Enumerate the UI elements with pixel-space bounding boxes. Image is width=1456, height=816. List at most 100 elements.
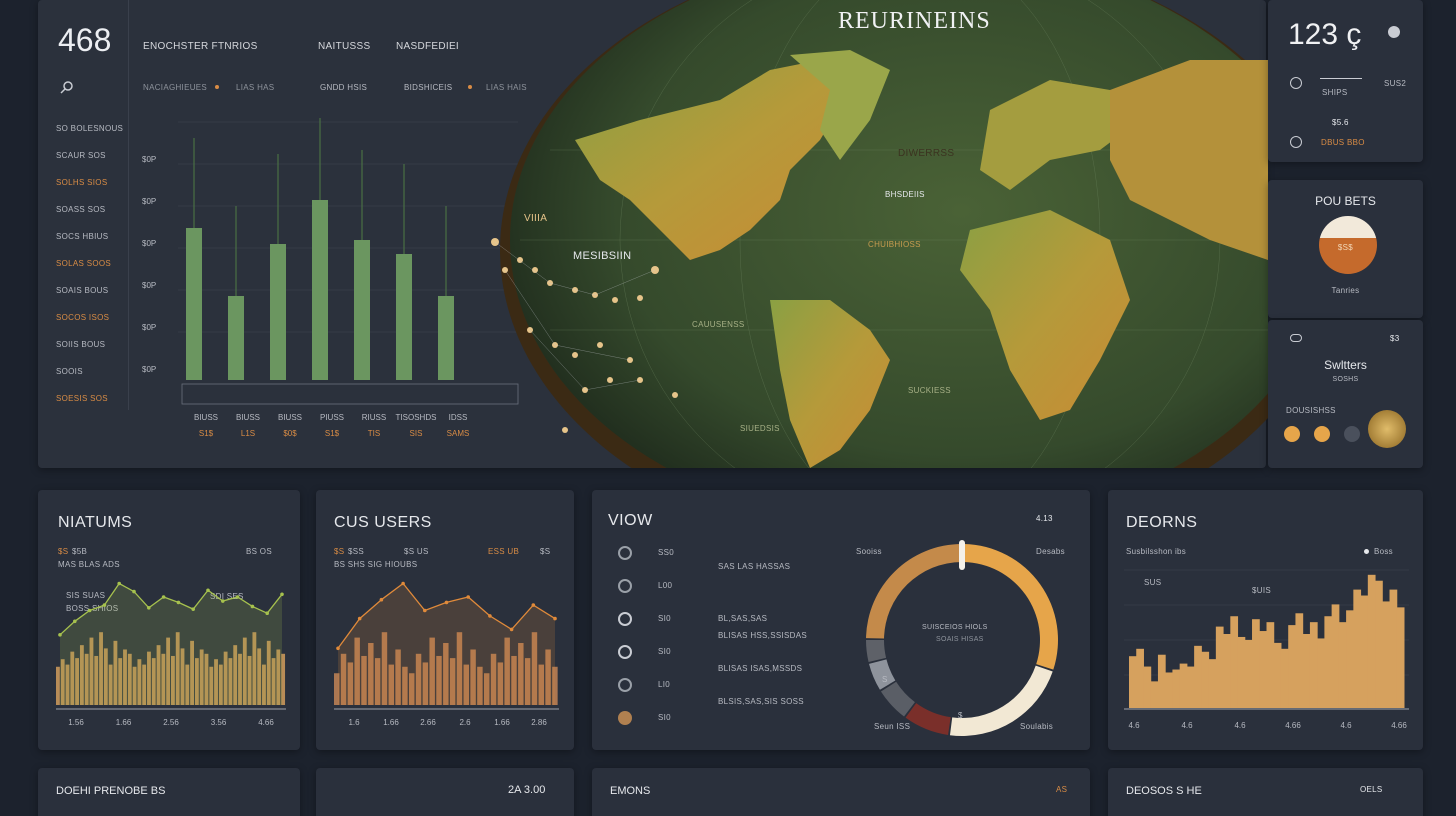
card-title: Swltters bbox=[1324, 358, 1367, 372]
chart-label: $5B bbox=[72, 547, 88, 556]
toggle-icon[interactable] bbox=[1388, 26, 1400, 38]
bar bbox=[312, 200, 328, 380]
row-number: SI0 bbox=[658, 614, 671, 623]
data-point bbox=[444, 600, 449, 605]
x-axis-box bbox=[181, 383, 519, 405]
status-icon bbox=[618, 612, 632, 626]
list-item[interactable]: SOAIS BOUS bbox=[56, 286, 132, 313]
bar bbox=[1302, 634, 1311, 708]
x-tick-label: 4.6 bbox=[1128, 721, 1140, 730]
list-item[interactable]: SI0 BLSIS,SAS,SIS SOSS bbox=[618, 697, 838, 742]
card-title: POU BETS bbox=[1315, 194, 1376, 208]
map-label: SUCKIESS bbox=[908, 386, 951, 395]
x-tick-label: 2.86 bbox=[531, 718, 547, 727]
header-label: ENOCHSTER FTNRIOS bbox=[143, 41, 258, 52]
list-item[interactable]: SO BOLESNOUS bbox=[56, 124, 132, 151]
tick-label: $0P bbox=[142, 281, 156, 290]
area-fill bbox=[60, 583, 282, 705]
data-point bbox=[176, 600, 181, 605]
bar bbox=[396, 254, 412, 380]
x-tick-label: 4.66 bbox=[258, 718, 274, 727]
data-point bbox=[132, 589, 136, 594]
world-map-globe bbox=[491, 0, 1268, 468]
coin-icon[interactable] bbox=[1344, 426, 1360, 442]
coin-icon[interactable] bbox=[1314, 426, 1330, 442]
coin-icon[interactable] bbox=[1284, 426, 1300, 442]
row-number: SI0 bbox=[658, 647, 671, 656]
stats-card: 123 ç SHIPS SUS2 $5.6 DBUS BBO bbox=[1268, 0, 1423, 162]
stat-label: SHIPS bbox=[1322, 88, 1348, 97]
bar bbox=[1389, 589, 1398, 708]
data-point bbox=[466, 595, 470, 599]
x-value-label: $0$ bbox=[283, 429, 297, 438]
map-label: CHUIBHIOSS bbox=[868, 240, 921, 249]
bar bbox=[1215, 626, 1224, 708]
bar bbox=[56, 666, 60, 705]
data-point bbox=[401, 581, 405, 586]
data-point bbox=[147, 606, 151, 610]
list-item[interactable]: L00 bbox=[618, 577, 838, 610]
chart-label: Boss bbox=[1374, 547, 1393, 556]
x-tick-label: 1.66 bbox=[494, 718, 510, 727]
data-point bbox=[58, 633, 62, 637]
bottom-card-1: DOEHI PRENOBE BS bbox=[38, 768, 300, 816]
x-tick-label: 2.56 bbox=[163, 718, 179, 727]
indicator-icon bbox=[1290, 136, 1302, 148]
list-item[interactable]: SOLAS SOOS bbox=[56, 259, 132, 286]
bar bbox=[1324, 616, 1333, 708]
list-item[interactable]: SOASS SOS bbox=[56, 205, 132, 232]
list-item[interactable]: SOLHS SIOS bbox=[56, 178, 132, 205]
data-point bbox=[161, 595, 166, 599]
bar bbox=[1252, 619, 1260, 708]
card-value: AS bbox=[1056, 785, 1068, 794]
x-tick-label: 4.66 bbox=[1285, 721, 1301, 730]
data-point bbox=[235, 595, 240, 599]
sub-label: BIDSHICEIS bbox=[404, 83, 453, 92]
card-title: DEOSOS S HE bbox=[1126, 785, 1202, 797]
row-list: SO BOLESNOUS SCAUR SOS SOLHS SIOS SOASS … bbox=[56, 124, 132, 421]
bottom-card-4: DEOSOS S HE OELS bbox=[1108, 768, 1423, 816]
bar bbox=[1353, 589, 1362, 708]
niatums-chart: 1.56 1.66 2.56 3.56 4.66 bbox=[56, 581, 286, 727]
viow-rows: SS0 SAS LAS HASSAS L00 SI0 BL,SAS,SAS SI0 B… bbox=[618, 544, 838, 742]
list-item[interactable]: SOCS HBIUS bbox=[56, 232, 132, 259]
bar bbox=[1288, 625, 1296, 708]
x-tick-label: 1.56 bbox=[68, 718, 84, 727]
pou-bets-card: POU BETS $S$ Tanries bbox=[1268, 180, 1423, 318]
donut-label: S bbox=[882, 675, 888, 684]
bottom-card-3: EMONS AS bbox=[592, 768, 1090, 816]
list-item[interactable]: SOESIS SOS bbox=[56, 394, 132, 421]
info-icon[interactable] bbox=[1290, 334, 1302, 342]
card-label: DOUSISHSS bbox=[1286, 406, 1336, 415]
row-number: SS0 bbox=[658, 548, 675, 557]
data-point bbox=[102, 603, 107, 607]
map-label: BHSDEIIS bbox=[885, 190, 925, 199]
data-point bbox=[379, 597, 384, 602]
bar bbox=[1273, 642, 1282, 708]
cus-users-card: CUS USERS $S $SS $S US BS SHS SIG HIOUBS… bbox=[316, 490, 574, 750]
x-tick-label: PIUSS bbox=[320, 413, 344, 422]
row-text: SAS LAS HASSAS bbox=[718, 562, 791, 571]
gold-coin-icon[interactable] bbox=[1368, 410, 1406, 448]
search-icon[interactable] bbox=[60, 80, 74, 94]
status-icon bbox=[618, 546, 632, 560]
deorns-chart: 4.6 4.6 4.6 4.66 4.6 4.66 bbox=[1124, 569, 1409, 730]
list-item[interactable]: SCAUR SOS bbox=[56, 151, 132, 178]
map-label: CAUUSENSS bbox=[692, 320, 745, 329]
sub-label: LIAS HAS bbox=[236, 83, 275, 92]
list-item[interactable]: SOOIS bbox=[56, 367, 132, 394]
card-value: 4.13 bbox=[1036, 514, 1053, 523]
x-tick-label: 1.6 bbox=[348, 718, 360, 727]
donut-slice bbox=[866, 640, 887, 663]
bar bbox=[1179, 663, 1188, 708]
bar bbox=[186, 228, 202, 380]
x-tick-label: 3.56 bbox=[211, 718, 227, 727]
cus-users-chart: 1.6 1.66 2.66 2.6 1.66 2.86 bbox=[334, 581, 559, 727]
list-item[interactable]: SS0 SAS LAS HASSAS bbox=[618, 544, 838, 577]
bar bbox=[1346, 610, 1354, 708]
x-tick-label: 4.6 bbox=[1340, 721, 1352, 730]
x-tick-label: BIUSS bbox=[278, 413, 302, 422]
list-item[interactable]: SOCOS ISOS bbox=[56, 313, 132, 340]
card-title: EMONS bbox=[610, 785, 651, 797]
list-item[interactable]: SOIIS BOUS bbox=[56, 340, 132, 367]
